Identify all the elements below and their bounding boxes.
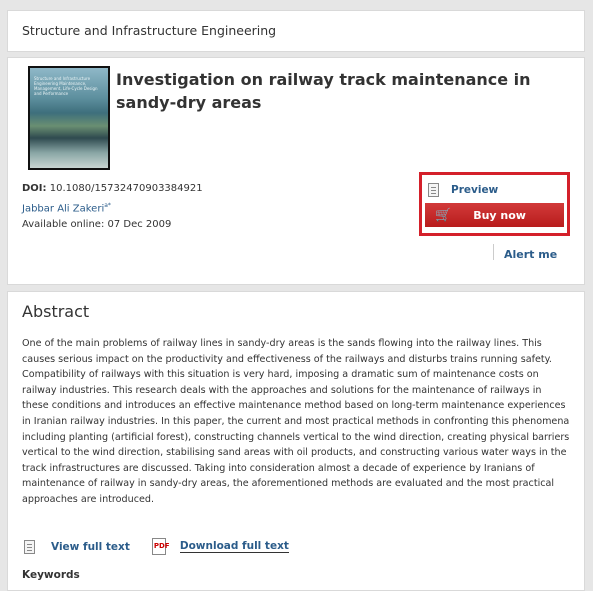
article-title: Investigation on railway track maintenan… <box>116 70 531 112</box>
author-link[interactable]: Jabbar Ali Zakeri <box>22 203 104 214</box>
keywords-heading: Keywords <box>22 569 80 581</box>
abstract-heading: Abstract <box>22 302 90 321</box>
alert-me-link[interactable]: Alert me <box>504 248 557 261</box>
download-full-text-link[interactable]: Download full text <box>179 540 289 553</box>
journal-cover-image[interactable]: Structure and Infrastructure Engineering… <box>28 66 110 170</box>
pdf-icon: PDF <box>151 538 170 555</box>
cart-icon: 🛒 <box>435 207 452 223</box>
view-full-text-link[interactable]: View full text <box>51 541 130 553</box>
author-line: Jabbar Ali Zakeria* <box>22 202 111 214</box>
preview-link[interactable]: Preview <box>428 181 498 199</box>
document-icon <box>24 539 35 554</box>
doi-label: DOI: <box>22 183 47 194</box>
available-online: Available online: 07 Dec 2009 <box>22 219 172 230</box>
journal-title[interactable]: Structure and Infrastructure Engineering <box>22 23 276 38</box>
purchase-box: Preview 🛒 Buy now <box>419 172 570 236</box>
fulltext-links: View full text PDF Download full text <box>24 538 289 555</box>
cover-text: Structure and Infrastructure Engineering… <box>34 76 98 96</box>
journal-header: Structure and Infrastructure Engineering <box>7 10 585 52</box>
abstract-text: One of the main problems of railway line… <box>22 338 570 505</box>
document-icon <box>428 183 439 197</box>
pdf-icon-text: PDF <box>153 542 170 550</box>
divider <box>493 244 494 260</box>
buy-now-button[interactable]: 🛒 Buy now <box>425 203 564 227</box>
preview-label: Preview <box>451 184 499 196</box>
abstract-panel: Abstract One of the main problems of rai… <box>7 291 585 591</box>
author-affiliation: a* <box>104 202 111 209</box>
doi-value[interactable]: 10.1080/15732470903384921 <box>50 183 203 194</box>
doi-line: DOI: 10.1080/15732470903384921 <box>22 183 203 194</box>
article-panel: Structure and Infrastructure Engineering… <box>7 57 585 285</box>
buy-now-label: Buy now <box>473 208 526 222</box>
